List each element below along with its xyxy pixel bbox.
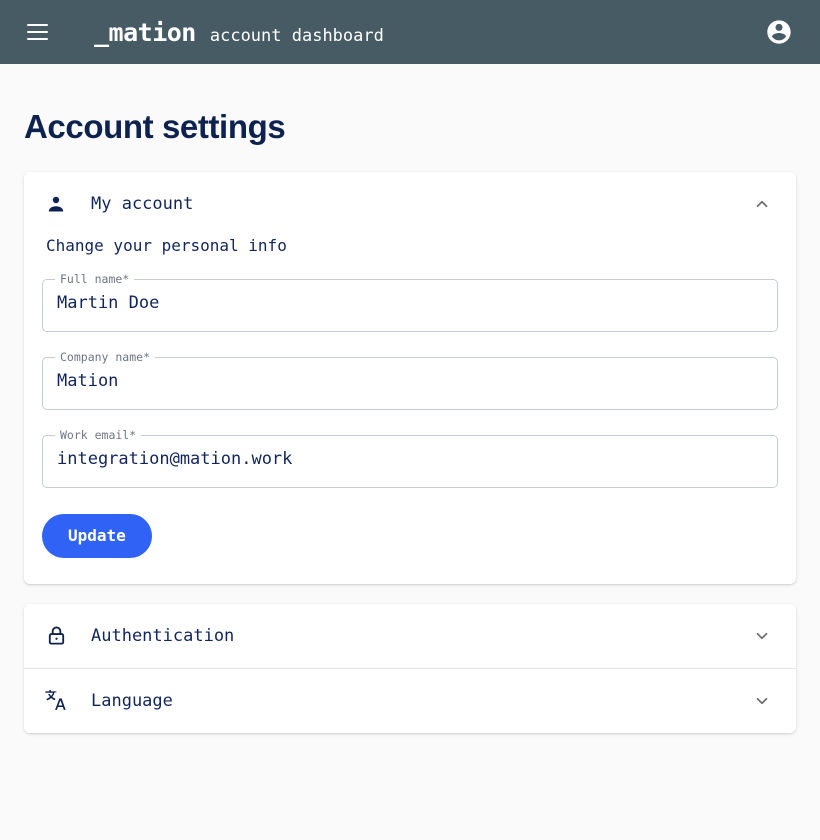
company-name-field: Company name* (42, 351, 778, 410)
authentication-title: Authentication (91, 625, 235, 646)
sidebar-item-language[interactable]: Language (24, 668, 796, 733)
hamburger-bar (26, 38, 48, 40)
my-account-body: Change your personal info Full name* Com… (24, 236, 796, 584)
my-account-card: My account Change your personal info Ful… (24, 171, 796, 584)
app-header: _mation account dashboard (0, 0, 820, 64)
sidebar-item-authentication[interactable]: Authentication (24, 603, 796, 668)
chevron-down-icon[interactable] (750, 624, 774, 648)
work-email-field: Work email* (42, 429, 778, 488)
work-email-input[interactable] (42, 429, 778, 488)
brand[interactable]: _mation account dashboard (94, 20, 384, 45)
hamburger-menu-icon[interactable] (22, 17, 52, 47)
account-circle-icon[interactable] (762, 15, 796, 49)
hamburger-bar (26, 31, 48, 33)
my-account-subtitle: Change your personal info (46, 235, 287, 255)
hamburger-bar (26, 24, 48, 26)
person-icon (42, 190, 70, 218)
translate-icon (42, 687, 70, 715)
chevron-down-icon[interactable] (750, 689, 774, 713)
full-name-input[interactable] (42, 273, 778, 332)
full-name-field: Full name* (42, 273, 778, 332)
page-title: Account settings (24, 108, 286, 145)
settings-sections-card: Authentication Language (24, 603, 796, 733)
my-account-accordion-header[interactable]: My account (24, 171, 796, 236)
page-content: Account settings My account Change your … (0, 107, 820, 733)
app-subtitle: account dashboard (209, 25, 384, 46)
chevron-up-icon[interactable] (750, 192, 774, 216)
my-account-title: My account (91, 193, 194, 214)
company-name-input[interactable] (42, 351, 778, 410)
update-button[interactable]: Update (42, 513, 152, 558)
logo-text: _mation (94, 17, 196, 47)
language-title: Language (91, 690, 173, 711)
lock-icon (42, 622, 70, 650)
